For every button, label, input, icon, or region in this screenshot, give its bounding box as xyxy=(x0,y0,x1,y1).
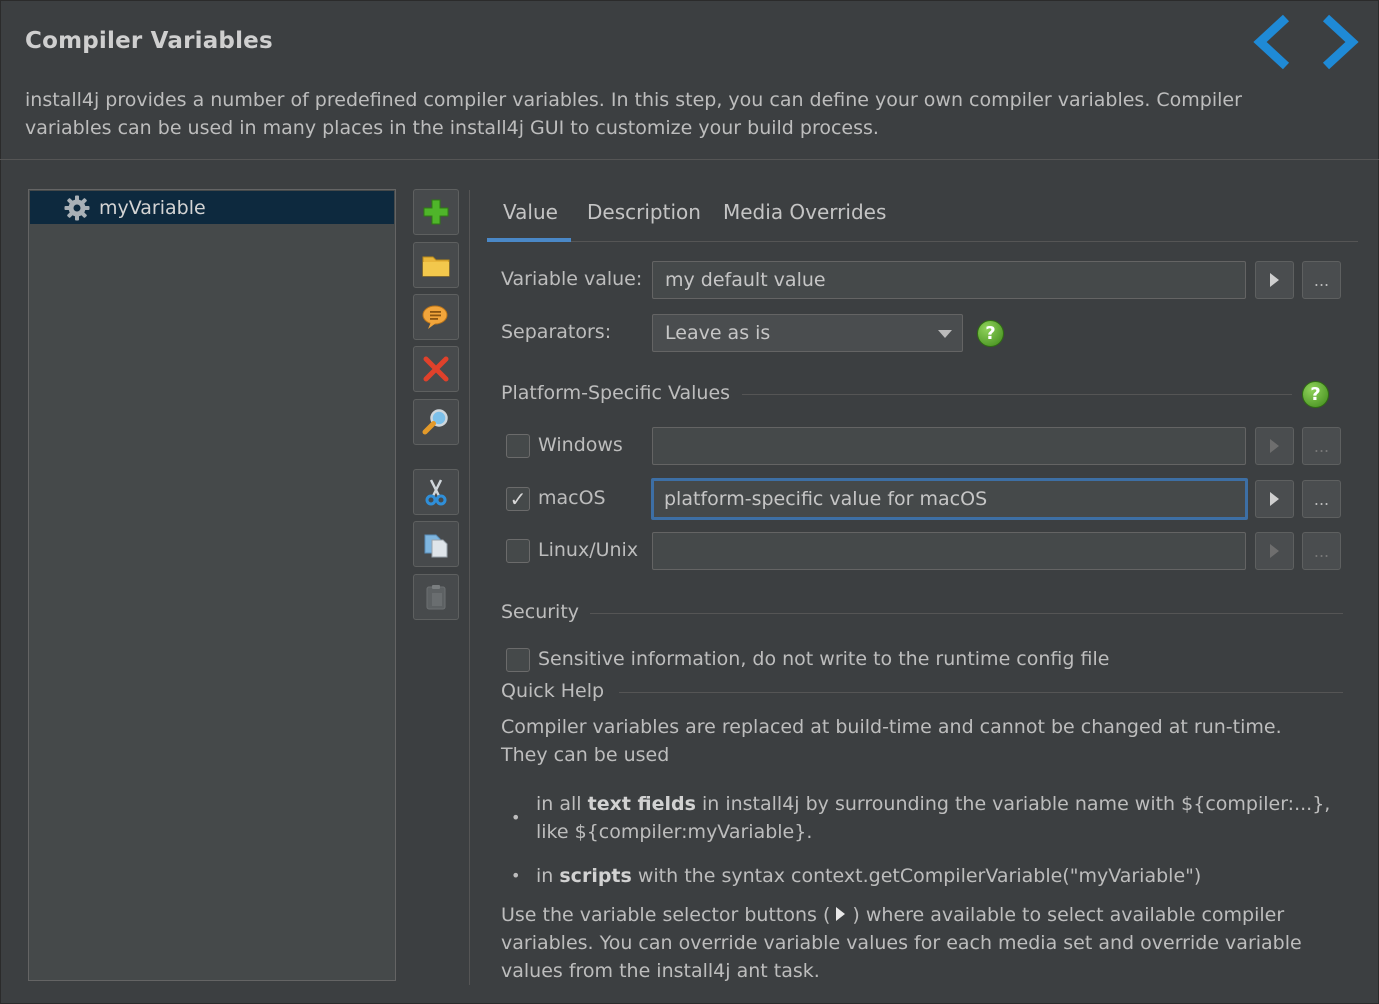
header: Compiler Variables install4j provides a … xyxy=(0,0,1379,160)
windows-label: Windows xyxy=(538,434,623,456)
gear-icon xyxy=(64,195,90,220)
macos-edit-button[interactable]: ... xyxy=(1302,480,1341,518)
linux-selector-button[interactable] xyxy=(1255,532,1294,570)
folder-icon xyxy=(422,256,450,277)
quick-help-bullet-2: in scripts with the syntax context.getCo… xyxy=(536,865,1202,887)
linux-checkbox[interactable] xyxy=(506,539,530,563)
platform-help-icon[interactable]: ? xyxy=(1302,381,1329,408)
tab-bar-divider xyxy=(487,241,1358,242)
tab-media-overrides[interactable]: Media Overrides xyxy=(723,200,886,240)
quick-help-intro: Compiler variables are replaced at build… xyxy=(501,716,1282,766)
copy-button[interactable] xyxy=(413,521,459,567)
active-tab-indicator xyxy=(487,238,571,242)
platform-section-title: Platform-Specific Values xyxy=(501,382,731,404)
cut-button[interactable] xyxy=(413,469,459,515)
cut-icon xyxy=(425,479,447,506)
security-section-title: Security xyxy=(501,601,580,623)
paste-button[interactable] xyxy=(413,574,459,620)
variable-name: myVariable xyxy=(99,196,206,219)
delete-button[interactable] xyxy=(413,346,459,392)
macos-label: macOS xyxy=(538,487,606,509)
security-section-line xyxy=(590,613,1343,614)
quick-help-bullet-1: in all text fields in install4j by surro… xyxy=(536,793,1331,843)
linux-value-input[interactable] xyxy=(652,532,1246,570)
list-item-myvariable[interactable]: myVariable xyxy=(30,191,394,224)
separators-select[interactable]: Leave as is xyxy=(652,314,963,352)
play-icon xyxy=(1270,544,1279,558)
linux-edit-button[interactable]: ... xyxy=(1302,532,1341,570)
search-button[interactable] xyxy=(413,399,459,445)
variable-value-input[interactable]: my default value xyxy=(652,261,1246,299)
separators-help-icon[interactable]: ? xyxy=(977,320,1004,347)
delete-icon xyxy=(423,356,449,382)
tab-description[interactable]: Description xyxy=(587,200,701,240)
comment-button[interactable] xyxy=(413,294,459,340)
chevron-down-icon xyxy=(938,330,952,338)
quick-help-title: Quick Help xyxy=(501,680,605,702)
separators-value: Leave as is xyxy=(665,322,771,344)
edit-value-button[interactable]: ... xyxy=(1302,261,1341,299)
variable-value-label: Variable value: xyxy=(501,268,643,290)
windows-checkbox[interactable] xyxy=(506,434,530,458)
search-icon xyxy=(422,409,448,435)
sensitive-label: Sensitive information, do not write to t… xyxy=(538,648,1110,670)
windows-value-input[interactable] xyxy=(652,427,1246,465)
tab-value[interactable]: Value xyxy=(503,200,558,240)
back-arrow-icon[interactable] xyxy=(1248,14,1298,70)
play-icon xyxy=(1270,439,1279,453)
quick-help-outro: Use the variable selector buttons () whe… xyxy=(501,904,1302,982)
page-title: Compiler Variables xyxy=(25,28,273,54)
macos-checkbox[interactable]: ✓ xyxy=(506,487,530,511)
separators-label: Separators: xyxy=(501,321,612,343)
variable-list[interactable]: myVariable xyxy=(28,189,396,981)
linux-label: Linux/Unix xyxy=(538,539,639,561)
add-icon xyxy=(423,199,449,225)
macos-value-input[interactable]: platform-specific value for macOS xyxy=(651,478,1248,520)
quick-help-line xyxy=(619,692,1343,693)
macos-selector-button[interactable] xyxy=(1255,480,1294,518)
variable-selector-button[interactable] xyxy=(1255,261,1294,299)
add-variable-button[interactable] xyxy=(413,189,459,235)
windows-edit-button[interactable]: ... xyxy=(1302,427,1341,465)
copy-icon xyxy=(424,534,448,558)
play-icon xyxy=(836,907,846,921)
play-icon xyxy=(1270,273,1279,287)
platform-section-line xyxy=(742,394,1292,395)
page-intro: install4j provides a number of predefine… xyxy=(25,89,1242,139)
windows-selector-button[interactable] xyxy=(1255,427,1294,465)
forward-arrow-icon[interactable] xyxy=(1314,14,1364,70)
bullet-1-glyph: • xyxy=(511,808,521,827)
comment-icon xyxy=(422,305,448,329)
play-icon xyxy=(1270,492,1279,506)
sensitive-checkbox[interactable] xyxy=(506,648,530,672)
panel-divider xyxy=(469,190,470,985)
bullet-2-glyph: • xyxy=(511,866,521,885)
add-group-button[interactable] xyxy=(413,242,459,288)
paste-icon xyxy=(426,585,446,610)
